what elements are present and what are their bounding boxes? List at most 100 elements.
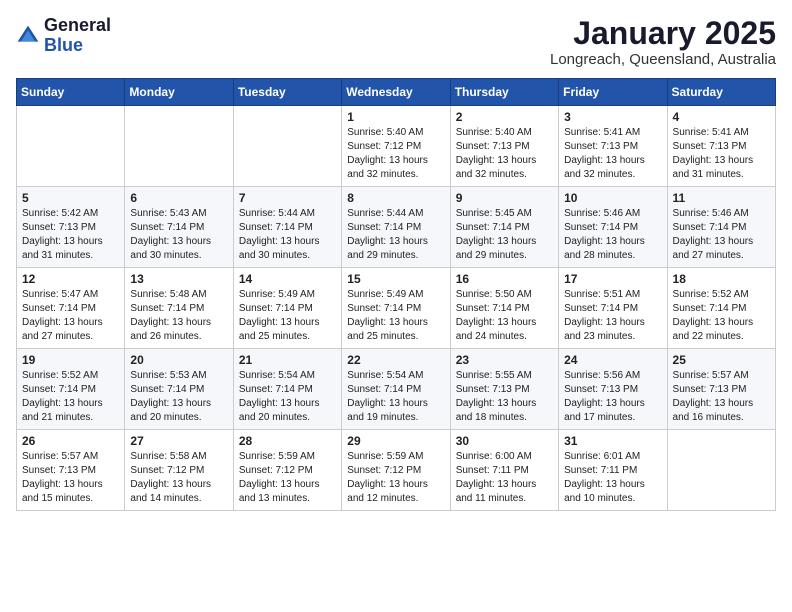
day-number: 3 xyxy=(564,110,661,124)
title-block: January 2025 Longreach, Queensland, Aust… xyxy=(550,16,776,68)
day-number: 17 xyxy=(564,272,661,286)
weekday-header-friday: Friday xyxy=(559,79,667,106)
day-number: 16 xyxy=(456,272,553,286)
day-info: Sunrise: 5:57 AM Sunset: 7:13 PM Dayligh… xyxy=(22,450,119,506)
day-number: 24 xyxy=(564,353,661,367)
day-info: Sunrise: 5:40 AM Sunset: 7:13 PM Dayligh… xyxy=(456,126,553,182)
page-header: General Blue January 2025 Longreach, Que… xyxy=(16,16,776,68)
day-cell-29: 29 Sunrise: 5:59 AM Sunset: 7:12 PM Dayli… xyxy=(342,430,450,511)
week-row-2: 5 Sunrise: 5:42 AM Sunset: 7:13 PM Daylig… xyxy=(17,187,776,268)
day-info: Sunrise: 5:52 AM Sunset: 7:14 PM Dayligh… xyxy=(673,288,770,344)
day-cell-15: 15Sunrise: 5:49 AM Sunset: 7:14 PM Dayli… xyxy=(342,268,450,349)
empty-cell xyxy=(17,106,125,187)
day-info: Sunrise: 5:54 AM Sunset: 7:14 PM Dayligh… xyxy=(239,369,336,425)
day-info: Sunrise: 5:59 AM Sunset: 7:12 PM Dayligh… xyxy=(347,450,444,506)
day-cell-8: 8 Sunrise: 5:44 AM Sunset: 7:14 PM Daylig… xyxy=(342,187,450,268)
day-info: Sunrise: 6:01 AM Sunset: 7:11 PM Dayligh… xyxy=(564,450,661,506)
day-cell-1: 1 Sunrise: 5:40 AM Sunset: 7:12 PM Daylig… xyxy=(342,106,450,187)
day-number: 2 xyxy=(456,110,553,124)
day-cell-22: 22Sunrise: 5:54 AM Sunset: 7:14 PM Dayli… xyxy=(342,349,450,430)
day-number: 7 xyxy=(239,191,336,205)
day-cell-21: 21 Sunrise: 5:54 AM Sunset: 7:14 PM Dayli… xyxy=(233,349,341,430)
weekday-header-tuesday: Tuesday xyxy=(233,79,341,106)
day-number: 8 xyxy=(347,191,444,205)
day-cell-11: 11 Sunrise: 5:46 AM Sunset: 7:14 PM Dayli… xyxy=(667,187,775,268)
day-cell-16: 16 Sunrise: 5:50 AM Sunset: 7:14 PM Dayli… xyxy=(450,268,558,349)
day-number: 20 xyxy=(130,353,227,367)
day-cell-23: 23 Sunrise: 5:55 AM Sunset: 7:13 PM Dayli… xyxy=(450,349,558,430)
day-cell-17: 17Sunrise: 5:51 AM Sunset: 7:14 PM Dayli… xyxy=(559,268,667,349)
weekday-header-wednesday: Wednesday xyxy=(342,79,450,106)
day-number: 11 xyxy=(673,191,770,205)
day-info: Sunrise: 5:46 AM Sunset: 7:14 PM Dayligh… xyxy=(673,207,770,263)
day-number: 4 xyxy=(673,110,770,124)
day-info: Sunrise: 5:44 AM Sunset: 7:14 PM Dayligh… xyxy=(239,207,336,263)
day-number: 5 xyxy=(22,191,119,205)
week-row-3: 12 Sunrise: 5:47 AM Sunset: 7:14 PM Dayli… xyxy=(17,268,776,349)
day-info: Sunrise: 5:40 AM Sunset: 7:12 PM Dayligh… xyxy=(347,126,444,182)
day-number: 30 xyxy=(456,434,553,448)
day-number: 21 xyxy=(239,353,336,367)
day-info: Sunrise: 5:49 AM Sunset: 7:14 PM Dayligh… xyxy=(347,288,444,344)
day-cell-2: 2 Sunrise: 5:40 AM Sunset: 7:13 PM Daylig… xyxy=(450,106,558,187)
day-cell-31: 31Sunrise: 6:01 AM Sunset: 7:11 PM Dayli… xyxy=(559,430,667,511)
day-cell-4: 4Sunrise: 5:41 AM Sunset: 7:13 PM Daylig… xyxy=(667,106,775,187)
day-info: Sunrise: 5:58 AM Sunset: 7:12 PM Dayligh… xyxy=(130,450,227,506)
day-info: Sunrise: 5:47 AM Sunset: 7:14 PM Dayligh… xyxy=(22,288,119,344)
weekday-header-thursday: Thursday xyxy=(450,79,558,106)
calendar-table: SundayMondayTuesdayWednesdayThursdayFrid… xyxy=(16,78,776,511)
empty-cell xyxy=(667,430,775,511)
day-info: Sunrise: 5:50 AM Sunset: 7:14 PM Dayligh… xyxy=(456,288,553,344)
empty-cell xyxy=(233,106,341,187)
day-number: 10 xyxy=(564,191,661,205)
day-number: 13 xyxy=(130,272,227,286)
day-info: Sunrise: 5:57 AM Sunset: 7:13 PM Dayligh… xyxy=(673,369,770,425)
day-cell-18: 18Sunrise: 5:52 AM Sunset: 7:14 PM Dayli… xyxy=(667,268,775,349)
day-number: 1 xyxy=(347,110,444,124)
day-number: 29 xyxy=(347,434,444,448)
logo-general: General xyxy=(44,16,111,36)
week-row-4: 19 Sunrise: 5:52 AM Sunset: 7:14 PM Dayli… xyxy=(17,349,776,430)
day-info: Sunrise: 5:53 AM Sunset: 7:14 PM Dayligh… xyxy=(130,369,227,425)
logo-text: General Blue xyxy=(44,16,111,56)
day-cell-20: 20 Sunrise: 5:53 AM Sunset: 7:14 PM Dayli… xyxy=(125,349,233,430)
day-info: Sunrise: 5:49 AM Sunset: 7:14 PM Dayligh… xyxy=(239,288,336,344)
day-info: Sunrise: 5:41 AM Sunset: 7:13 PM Dayligh… xyxy=(564,126,661,182)
logo: General Blue xyxy=(16,16,111,56)
day-info: Sunrise: 5:55 AM Sunset: 7:13 PM Dayligh… xyxy=(456,369,553,425)
day-number: 26 xyxy=(22,434,119,448)
location-title: Longreach, Queensland, Australia xyxy=(550,51,776,68)
day-cell-25: 25 Sunrise: 5:57 AM Sunset: 7:13 PM Dayli… xyxy=(667,349,775,430)
day-number: 12 xyxy=(22,272,119,286)
day-number: 19 xyxy=(22,353,119,367)
weekday-header-row: SundayMondayTuesdayWednesdayThursdayFrid… xyxy=(17,79,776,106)
day-cell-24: 24 Sunrise: 5:56 AM Sunset: 7:13 PM Dayli… xyxy=(559,349,667,430)
day-number: 23 xyxy=(456,353,553,367)
weekday-header-monday: Monday xyxy=(125,79,233,106)
day-info: Sunrise: 5:54 AM Sunset: 7:14 PM Dayligh… xyxy=(347,369,444,425)
empty-cell xyxy=(125,106,233,187)
day-cell-9: 9Sunrise: 5:45 AM Sunset: 7:14 PM Daylig… xyxy=(450,187,558,268)
weekday-header-sunday: Sunday xyxy=(17,79,125,106)
day-number: 27 xyxy=(130,434,227,448)
week-row-1: 1 Sunrise: 5:40 AM Sunset: 7:12 PM Daylig… xyxy=(17,106,776,187)
week-row-5: 26 Sunrise: 5:57 AM Sunset: 7:13 PM Dayli… xyxy=(17,430,776,511)
day-info: Sunrise: 6:00 AM Sunset: 7:11 PM Dayligh… xyxy=(456,450,553,506)
day-number: 25 xyxy=(673,353,770,367)
day-info: Sunrise: 5:42 AM Sunset: 7:13 PM Dayligh… xyxy=(22,207,119,263)
day-cell-28: 28Sunrise: 5:59 AM Sunset: 7:12 PM Dayli… xyxy=(233,430,341,511)
day-info: Sunrise: 5:56 AM Sunset: 7:13 PM Dayligh… xyxy=(564,369,661,425)
day-cell-5: 5 Sunrise: 5:42 AM Sunset: 7:13 PM Daylig… xyxy=(17,187,125,268)
day-info: Sunrise: 5:45 AM Sunset: 7:14 PM Dayligh… xyxy=(456,207,553,263)
day-info: Sunrise: 5:48 AM Sunset: 7:14 PM Dayligh… xyxy=(130,288,227,344)
day-cell-19: 19 Sunrise: 5:52 AM Sunset: 7:14 PM Dayli… xyxy=(17,349,125,430)
day-info: Sunrise: 5:52 AM Sunset: 7:14 PM Dayligh… xyxy=(22,369,119,425)
day-cell-7: 7 Sunrise: 5:44 AM Sunset: 7:14 PM Daylig… xyxy=(233,187,341,268)
logo-blue: Blue xyxy=(44,36,111,56)
day-cell-10: 10Sunrise: 5:46 AM Sunset: 7:14 PM Dayli… xyxy=(559,187,667,268)
day-info: Sunrise: 5:44 AM Sunset: 7:14 PM Dayligh… xyxy=(347,207,444,263)
day-info: Sunrise: 5:59 AM Sunset: 7:12 PM Dayligh… xyxy=(239,450,336,506)
day-cell-13: 13 Sunrise: 5:48 AM Sunset: 7:14 PM Dayli… xyxy=(125,268,233,349)
day-cell-12: 12 Sunrise: 5:47 AM Sunset: 7:14 PM Dayli… xyxy=(17,268,125,349)
day-cell-30: 30 Sunrise: 6:00 AM Sunset: 7:11 PM Dayli… xyxy=(450,430,558,511)
